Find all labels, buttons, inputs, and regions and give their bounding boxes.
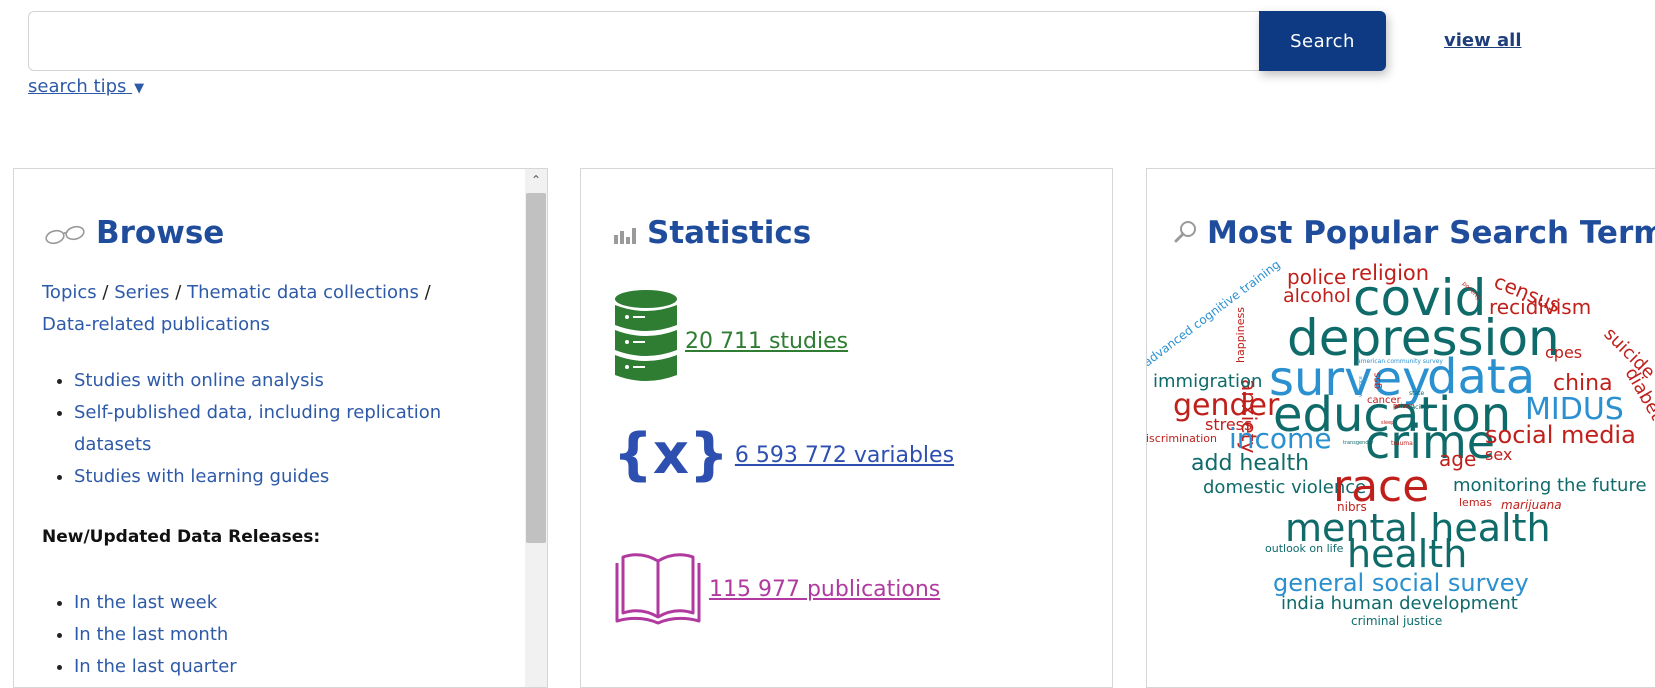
list-item: In the last month — [74, 619, 514, 651]
variables-stat: {x} 6 593 772 variables — [613, 427, 954, 483]
popular-terms-panel: Most Popular Search Terms police religio… — [1146, 168, 1655, 688]
last-week-link[interactable]: In the last week — [74, 592, 217, 613]
online-analysis-link[interactable]: Studies with online analysis — [74, 370, 324, 391]
scroll-up-icon[interactable]: ⌃ — [529, 173, 543, 187]
cloud-term[interactable]: sleep — [1381, 421, 1394, 426]
cloud-term[interactable]: age — [1439, 449, 1476, 469]
cloud-term[interactable]: criminal justice — [1351, 615, 1442, 627]
browse-panel: Browse Topics / Series / Thematic data c… — [13, 168, 548, 688]
separator: / — [102, 282, 109, 303]
magnifier-icon — [1173, 217, 1199, 253]
last-month-link[interactable]: In the last month — [74, 624, 228, 645]
list-item: Self-published data, including replicati… — [74, 397, 514, 461]
cloud-term[interactable]: india human development — [1281, 595, 1518, 613]
cloud-term[interactable]: sex — [1485, 447, 1512, 463]
cloud-term[interactable]: outlook on life — [1265, 543, 1343, 554]
cloud-term[interactable]: social media — [1485, 423, 1636, 447]
cloud-term[interactable]: gss — [1372, 372, 1383, 389]
list-item: Studies with learning guides — [74, 461, 514, 493]
scrollbar[interactable]: ⌃ — [525, 169, 547, 687]
cloud-term[interactable]: discrimination — [1147, 433, 1217, 444]
popular-title: Most Popular Search Terms — [1173, 215, 1655, 253]
search-button[interactable]: Search — [1259, 11, 1386, 71]
self-published-link[interactable]: Self-published data, including replicati… — [74, 402, 441, 455]
cloud-term[interactable]: general social survey — [1273, 571, 1529, 595]
cloud-term[interactable]: racism — [1409, 405, 1429, 411]
cloud-term[interactable]: trauma — [1391, 441, 1413, 447]
cloud-term[interactable]: transgender — [1343, 441, 1374, 446]
list-item: Studies with online analysis — [74, 365, 514, 397]
bar-chart-icon — [613, 217, 639, 253]
variable-braces-icon: {x} — [613, 422, 729, 487]
separator: / — [424, 282, 431, 303]
separator: / — [175, 282, 182, 303]
database-icon — [613, 289, 679, 393]
cloud-term[interactable]: add health — [1191, 453, 1309, 475]
cloud-term[interactable]: monitoring the future — [1453, 477, 1647, 495]
learning-guides-link[interactable]: Studies with learning guides — [74, 466, 329, 487]
series-link[interactable]: Series — [114, 282, 169, 303]
cloud-term[interactable]: state — [1409, 391, 1424, 397]
cloud-term[interactable]: income — [1229, 425, 1332, 453]
cloud-term[interactable]: violence — [1358, 376, 1364, 397]
thematic-collections-link[interactable]: Thematic data collections — [187, 282, 419, 303]
search-tips-toggle[interactable]: search tips ▼ — [28, 76, 144, 97]
search-input[interactable] — [28, 11, 1260, 71]
releases-list: In the last week In the last month In th… — [42, 587, 514, 683]
word-cloud: police religion alcohol covid census rec… — [1147, 257, 1655, 687]
cloud-term[interactable]: health — [1347, 535, 1467, 573]
publications-link[interactable]: 115 977 publications — [709, 577, 940, 602]
topics-link[interactable]: Topics — [42, 282, 97, 303]
browse-title-text: Browse — [96, 215, 225, 251]
studies-link[interactable]: 20 711 studies — [685, 329, 848, 354]
view-all-link[interactable]: view all — [1444, 30, 1522, 51]
browse-title: Browse — [44, 215, 224, 253]
releases-heading: New/Updated Data Releases: — [42, 527, 321, 547]
statistics-title: Statistics — [613, 215, 811, 253]
cloud-term[interactable]: cpes — [1545, 345, 1582, 361]
cloud-term[interactable]: happiness — [1234, 307, 1247, 363]
studies-stat: 20 711 studies — [613, 289, 848, 393]
variables-link[interactable]: 6 593 772 variables — [735, 443, 954, 468]
statistics-panel: Statistics 20 711 studies {x} 6 593 772 … — [580, 168, 1113, 688]
list-item: In the last quarter — [74, 651, 514, 683]
search-tips-label: search tips — [28, 76, 127, 97]
browse-links: Topics / Series / Thematic data collecti… — [42, 277, 482, 341]
cloud-term[interactable]: police — [1287, 267, 1346, 287]
last-quarter-link[interactable]: In the last quarter — [74, 656, 237, 677]
scroll-thumb[interactable] — [526, 193, 546, 543]
glasses-icon — [44, 217, 88, 253]
publications-stat: 115 977 publications — [613, 547, 940, 631]
cloud-term[interactable]: american community survey — [1357, 359, 1443, 365]
cloud-term[interactable]: alcohol — [1283, 287, 1351, 306]
cloud-term[interactable]: advanced cognitive training — [1147, 257, 1283, 369]
list-item: In the last week — [74, 587, 514, 619]
browse-bullet-list: Studies with online analysis Self-publis… — [42, 365, 514, 493]
data-related-publications-link[interactable]: Data-related publications — [42, 314, 270, 335]
open-book-icon — [613, 547, 703, 631]
statistics-title-text: Statistics — [647, 215, 812, 251]
popular-title-text: Most Popular Search Terms — [1207, 215, 1655, 251]
caret-down-icon: ▼ — [134, 81, 145, 96]
